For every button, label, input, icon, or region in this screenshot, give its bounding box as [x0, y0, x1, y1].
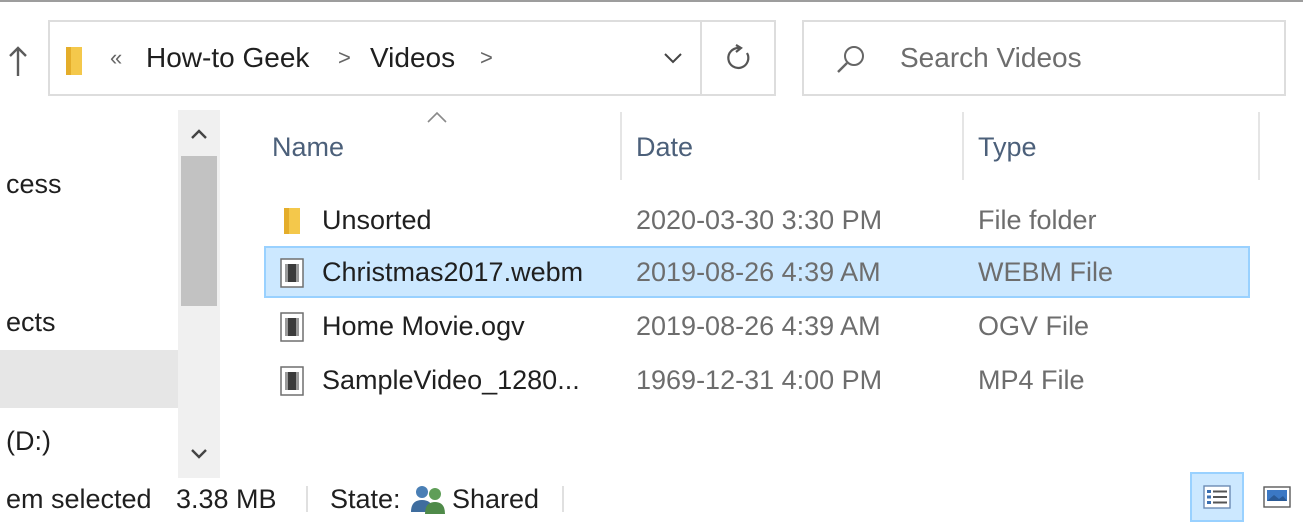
file-date: 2019-08-26 4:39 AM — [636, 310, 881, 341]
column-header-type[interactable]: Type — [964, 112, 1258, 182]
file-name: Unsorted — [322, 204, 432, 235]
up-button[interactable] — [6, 44, 30, 80]
nav-item-objects[interactable]: ects — [0, 302, 178, 342]
status-selection-size: 3.38 MB — [176, 484, 277, 514]
file-type: File folder — [978, 204, 1097, 235]
video-file-icon — [280, 366, 304, 396]
address-history-dropdown[interactable] — [648, 22, 698, 94]
column-divider[interactable] — [1258, 112, 1260, 180]
folder-icon — [284, 208, 300, 234]
breadcrumb-how-to-geek[interactable]: How-to Geek — [146, 22, 309, 94]
file-name: Home Movie.ogv — [322, 310, 525, 341]
details-view-button[interactable] — [1190, 472, 1244, 522]
navigation-pane: cess ects (D:) — [0, 110, 178, 478]
navigation-scrollbar[interactable] — [178, 110, 220, 478]
arrow-up-icon — [9, 46, 27, 76]
chevron-down-icon — [664, 53, 682, 64]
nav-item-drive-d[interactable]: (D:) — [0, 420, 178, 462]
nav-item-selected[interactable] — [0, 350, 178, 408]
column-header-date[interactable]: Date — [622, 112, 962, 182]
nav-item-quick-access[interactable]: cess — [0, 164, 178, 204]
file-explorer-window: « How-to Geek > Videos > cess ects (D: — [0, 0, 1303, 523]
breadcrumb-separator[interactable]: > — [338, 22, 351, 94]
file-date: 1969-12-31 4:00 PM — [636, 364, 883, 395]
status-bar: em selected 3.38 MB State: Shared — [0, 476, 1303, 523]
status-separator — [306, 486, 308, 512]
file-date: 2020-03-30 3:30 PM — [636, 204, 883, 235]
breadcrumb-videos[interactable]: Videos — [370, 22, 455, 94]
refresh-button[interactable] — [714, 22, 764, 94]
video-file-icon — [280, 312, 304, 342]
refresh-icon — [727, 44, 750, 70]
status-state-label: State: — [330, 484, 401, 514]
folder-icon — [66, 47, 82, 75]
column-header-name[interactable]: Name — [258, 112, 620, 182]
file-type: WEBM File — [978, 256, 1113, 287]
breadcrumb-separator[interactable]: > — [480, 22, 493, 94]
file-name: SampleVideo_1280... — [322, 364, 580, 395]
shared-users-icon — [411, 486, 445, 514]
scroll-up-button[interactable] — [178, 114, 220, 154]
status-separator — [562, 486, 564, 512]
chevron-up-icon — [191, 129, 207, 139]
address-divider — [700, 22, 702, 94]
file-name: Christmas2017.webm — [322, 256, 584, 287]
file-row-samplevideo[interactable]: SampleVideo_1280... 1969-12-31 4:00 PM M… — [264, 354, 1250, 406]
file-type: OGV File — [978, 310, 1090, 341]
video-file-icon — [280, 258, 304, 288]
chevron-down-icon — [191, 449, 207, 459]
search-icon — [837, 46, 864, 73]
large-icons-view-button[interactable] — [1252, 472, 1302, 522]
file-row-home-movie[interactable]: Home Movie.ogv 2019-08-26 4:39 AM OGV Fi… — [264, 300, 1250, 352]
breadcrumb-overflow-button[interactable]: « — [110, 22, 122, 94]
file-date: 2019-08-26 4:39 AM — [636, 256, 881, 287]
file-type: MP4 File — [978, 364, 1085, 395]
status-state-value: Shared — [452, 484, 540, 514]
file-row-unsorted[interactable]: Unsorted 2020-03-30 3:30 PM File folder — [264, 194, 1250, 246]
scroll-down-button[interactable] — [178, 434, 220, 474]
search-input[interactable] — [900, 36, 1260, 80]
large-icons-view-icon — [1263, 486, 1291, 508]
details-view-icon — [1203, 485, 1231, 509]
file-row-christmas2017[interactable]: Christmas2017.webm 2019-08-26 4:39 AM WE… — [264, 246, 1250, 298]
window-top-border — [0, 0, 1303, 2]
address-bar[interactable]: « How-to Geek > Videos > — [48, 20, 776, 96]
scrollbar-thumb[interactable] — [181, 156, 217, 306]
search-box[interactable] — [802, 20, 1286, 96]
status-selection-count: em selected — [6, 484, 152, 514]
